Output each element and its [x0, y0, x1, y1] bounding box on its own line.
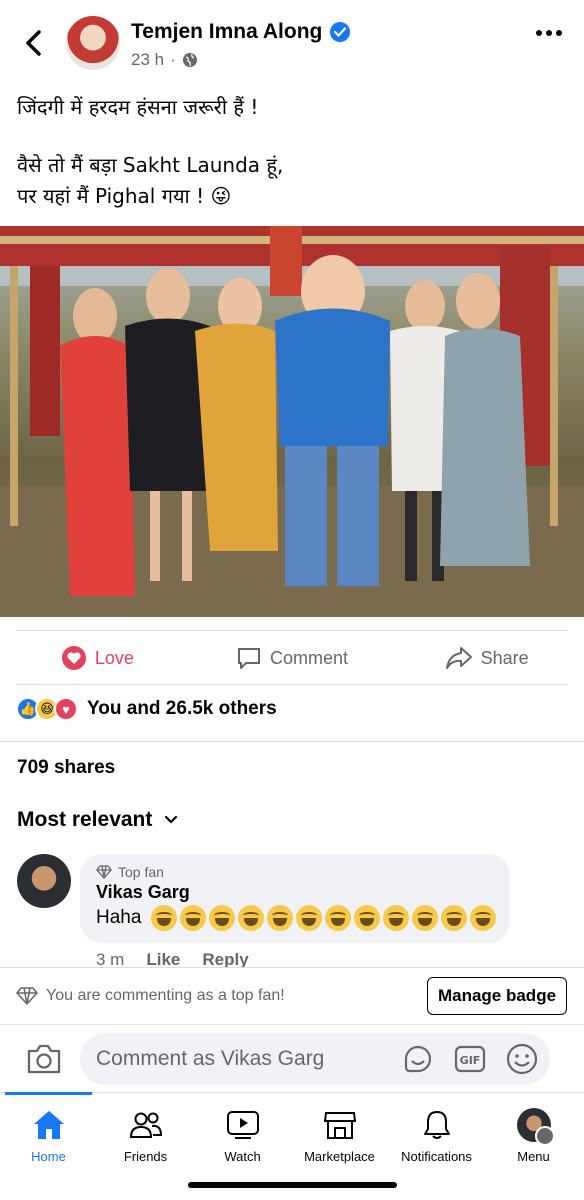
nav-marketplace-label: Marketplace [304, 1149, 375, 1164]
post-text: जिंदगी में हरदम हंसना जरूरी हैं ! वैसे त… [17, 92, 567, 212]
post-time[interactable]: 23 h [131, 50, 164, 70]
comment-sort-dropdown[interactable]: Most relevant [17, 808, 178, 832]
nav-home-label: Home [31, 1149, 66, 1164]
laughing-emoji-icon [412, 905, 439, 931]
nav-friends-label: Friends [123, 1149, 168, 1164]
top-fan-notice: You are commenting as a top fan! [46, 987, 285, 1004]
laughing-emoji-icon [238, 905, 265, 931]
laughing-emoji-icon [383, 905, 410, 931]
laughing-emoji-icon [151, 905, 178, 931]
nav-notifications-label: Notifications [401, 1149, 472, 1164]
divider [0, 741, 584, 742]
share-button[interactable]: Share [389, 632, 584, 684]
author-name[interactable]: Temjen Imna Along [131, 20, 322, 44]
comment-bubble[interactable]: Top fan Vikas Garg Haha [80, 854, 510, 943]
comment-text: Haha [96, 907, 142, 928]
shares-count[interactable]: 709 shares [17, 757, 115, 779]
chevron-down-icon [165, 815, 178, 824]
post-header: Temjen Imna Along 23 h · [0, 0, 584, 86]
reactions-summary[interactable]: 👍 😆 ♥ You and 26.5k others [16, 697, 277, 721]
post-photo[interactable] [0, 226, 584, 617]
bell-icon [423, 1111, 450, 1139]
post-text-line-3: पर यहां मैं Pighal गया ! 😜 [17, 184, 232, 208]
nav-friends[interactable]: Friends [97, 1093, 194, 1172]
camera-icon[interactable] [26, 1042, 62, 1076]
comment-label: Comment [269, 647, 349, 668]
nav-menu[interactable]: Menu [485, 1093, 582, 1172]
home-indicator [188, 1182, 397, 1188]
commenter-avatar[interactable] [17, 854, 71, 908]
home-icon [33, 1111, 64, 1139]
share-label: Share [480, 647, 529, 668]
love-button[interactable]: Love [0, 632, 195, 684]
nav-menu-label: Menu [517, 1149, 550, 1164]
friends-icon [129, 1112, 162, 1138]
post-text-line-1: जिंदगी में हरदम हंसना जरूरी हैं ! [17, 95, 259, 119]
watch-icon [226, 1111, 259, 1139]
verified-badge-icon [330, 22, 351, 42]
gif-icon[interactable]: GIF [453, 1042, 487, 1076]
top-fan-badge: Top fan [96, 864, 494, 880]
sort-label: Most relevant [17, 808, 153, 831]
top-fan-bar: You are commenting as a top fan! Manage … [0, 967, 584, 1024]
group-photo-illustration [0, 226, 584, 617]
author-avatar[interactable] [66, 16, 120, 70]
laughing-emoji-row [151, 905, 497, 931]
emoji-icon[interactable] [505, 1042, 539, 1076]
nav-home[interactable]: Home [0, 1092, 97, 1172]
love-reaction-icon: ♥ [54, 697, 78, 721]
laughing-emoji-icon [209, 905, 236, 931]
svg-text:GIF: GIF [460, 1054, 481, 1067]
badge-label: Top fan [118, 864, 164, 880]
laughing-emoji-icon [325, 905, 352, 931]
manage-badge-button[interactable]: Manage badge [427, 977, 567, 1015]
nav-marketplace[interactable]: Marketplace [291, 1093, 388, 1172]
menu-avatar [516, 1108, 555, 1146]
avatar-sticker-icon[interactable] [401, 1042, 435, 1076]
comment-icon [237, 648, 260, 669]
nav-watch[interactable]: Watch [194, 1093, 291, 1172]
action-bar: Love Comment Share [0, 632, 584, 684]
divider [16, 684, 568, 685]
share-icon [445, 647, 472, 669]
love-reaction-icon [61, 646, 86, 670]
love-label: Love [94, 647, 134, 668]
bottom-nav: Home Friends Watch Marketplace Notificat… [0, 1092, 584, 1172]
laughing-emoji-icon [441, 905, 468, 931]
nav-watch-label: Watch [224, 1149, 261, 1164]
comment-composer: GIF [0, 1024, 584, 1092]
laughing-emoji-icon [354, 905, 381, 931]
laughing-emoji-icon [470, 905, 497, 931]
laughing-emoji-icon [180, 905, 207, 931]
comment-button[interactable]: Comment [195, 632, 390, 684]
marketplace-icon [323, 1112, 356, 1139]
laughing-emoji-icon [296, 905, 323, 931]
back-button[interactable] [18, 26, 48, 60]
commenter-name[interactable]: Vikas Garg [96, 882, 494, 903]
nav-notifications[interactable]: Notifications [388, 1093, 485, 1172]
more-options-icon[interactable] [536, 30, 562, 36]
post-text-line-2: वैसे तो मैं बड़ा Sakht Launda हूं, [17, 153, 284, 177]
diamond-icon [96, 865, 112, 879]
divider [16, 630, 568, 631]
diamond-icon [16, 987, 38, 1005]
laughing-emoji-icon [267, 905, 294, 931]
globe-icon [182, 53, 197, 67]
reactions-count: You and 26.5k others [87, 698, 277, 719]
chevron-left-icon [26, 30, 41, 56]
